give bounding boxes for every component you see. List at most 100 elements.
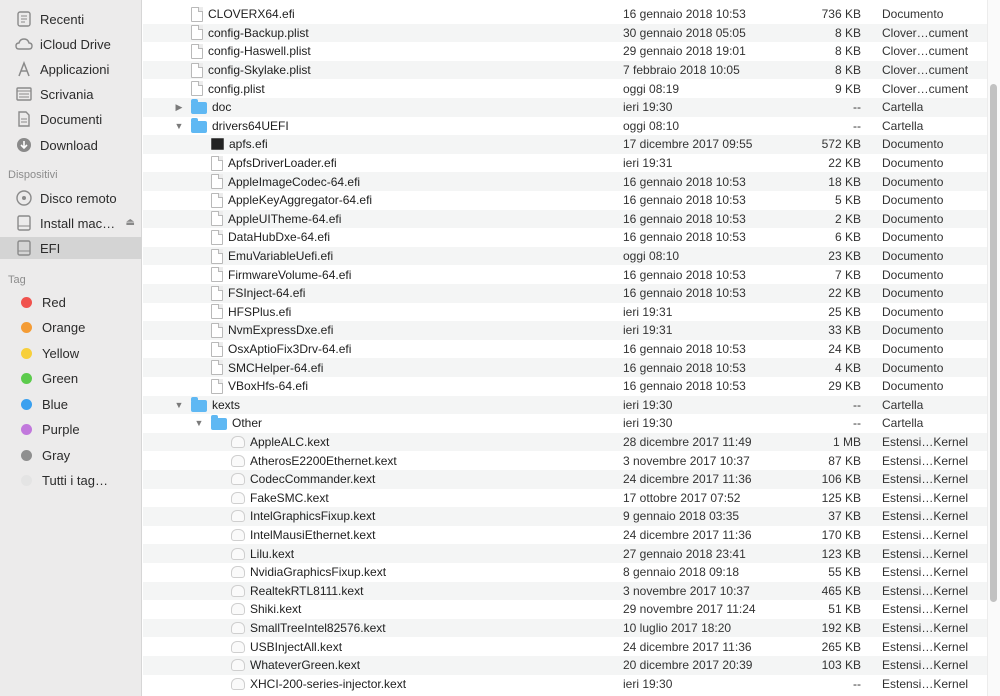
sidebar-item-label: Documenti bbox=[40, 111, 103, 127]
file-date: 3 novembre 2017 10:37 bbox=[623, 583, 750, 598]
file-size: 106 KB bbox=[821, 472, 861, 487]
file-date: 27 gennaio 2018 23:41 bbox=[623, 546, 746, 561]
sidebar-tag-yellow[interactable]: Yellow bbox=[0, 342, 142, 364]
file-kind: Estensi…Kernel bbox=[882, 602, 969, 617]
sidebar-item-scrivania[interactable]: Scrivania bbox=[0, 83, 142, 105]
sidebar-item-download[interactable]: Download bbox=[0, 134, 142, 156]
document-icon bbox=[211, 248, 223, 264]
file-name: XHCI-200-series-injector.kext bbox=[250, 676, 407, 691]
folder-row[interactable]: ▼ Other ieri 19:30 -- Cartella bbox=[143, 414, 987, 433]
sidebar-tag-orange[interactable]: Orange bbox=[0, 317, 142, 339]
file-row[interactable]: DataHubDxe-64.efi 16 gennaio 2018 10:53 6 … bbox=[143, 228, 987, 247]
file-row[interactable]: AtherosE2200Ethernet.kext 3 novembre 2017… bbox=[143, 451, 987, 470]
file-kind: Documento bbox=[882, 267, 944, 282]
file-kind: Estensi…Kernel bbox=[882, 565, 969, 580]
folder-row[interactable]: ▼ drivers64UEFI oggi 08:10 -- Cartella bbox=[143, 117, 987, 136]
file-row[interactable]: OsxAptioFix3Drv-64.efi 16 gennaio 2018 10… bbox=[143, 340, 987, 359]
file-row[interactable]: VBoxHfs-64.efi 16 gennaio 2018 10:53 29 KB… bbox=[143, 377, 987, 396]
eject-icon[interactable]: ⏏ bbox=[126, 217, 135, 228]
file-name: config.plist bbox=[208, 81, 265, 96]
sidebar-tag-green[interactable]: Green bbox=[0, 368, 142, 390]
file-name: ApfsDriverLoader.efi bbox=[228, 156, 337, 171]
file-kind: Estensi…Kernel bbox=[882, 509, 969, 524]
file-row[interactable]: CodecCommander.kext 24 dicembre 2017 11:3… bbox=[143, 470, 987, 489]
file-row[interactable]: config-Backup.plist 30 gennaio 2018 05:05… bbox=[143, 23, 987, 43]
file-row[interactable]: AppleImageCodec-64.efi 16 gennaio 2018 10… bbox=[143, 172, 987, 191]
disclosure-closed-icon[interactable]: ▶ bbox=[173, 101, 185, 113]
folder-row[interactable]: ▼ kexts ieri 19:30 -- Cartella bbox=[143, 395, 987, 415]
file-kind: Estensi…Kernel bbox=[882, 435, 969, 450]
file-row[interactable]: EmuVariableUefi.efi oggi 08:10 23 KB Docume… bbox=[143, 246, 987, 266]
file-row[interactable]: SMCHelper-64.efi 16 gennaio 2018 10:53 4 K… bbox=[143, 358, 987, 377]
file-row[interactable]: Shiki.kext 29 novembre 2017 11:24 51 KB Est… bbox=[143, 600, 987, 619]
sidebar-item-documenti[interactable]: Documenti bbox=[0, 108, 142, 130]
file-row[interactable]: FSInject-64.efi 16 gennaio 2018 10:53 22 K… bbox=[143, 284, 987, 303]
file-date: 30 gennaio 2018 05:05 bbox=[623, 25, 746, 40]
file-row[interactable]: FirmwareVolume-64.efi 16 gennaio 2018 10:… bbox=[143, 265, 987, 284]
disclosure-open-icon[interactable]: ▼ bbox=[173, 399, 185, 411]
file-date: 16 gennaio 2018 10:53 bbox=[623, 342, 746, 357]
file-row[interactable]: FakeSMC.kext 17 ottobre 2017 07:52 125 KB E… bbox=[143, 489, 987, 508]
file-row[interactable]: config-Skylake.plist 7 febbraio 2018 10:0… bbox=[143, 60, 987, 80]
file-date: ieri 19:30 bbox=[623, 100, 673, 115]
kext-icon bbox=[231, 529, 245, 542]
file-row[interactable]: CLOVERX64.efi 16 gennaio 2018 10:53 736 KB… bbox=[143, 5, 987, 24]
sidebar-tag-purple[interactable]: Purple bbox=[0, 419, 142, 441]
file-row[interactable]: config.plist oggi 08:19 9 KB Clover…cument bbox=[143, 79, 987, 98]
file-kind: Documento bbox=[882, 323, 944, 338]
file-size: 465 KB bbox=[821, 583, 861, 598]
file-row[interactable]: WhateverGreen.kext 20 dicembre 2017 20:39… bbox=[143, 656, 987, 675]
folder-row[interactable]: ▶ doc ieri 19:30 -- Cartella bbox=[143, 98, 987, 117]
document-icon bbox=[211, 360, 223, 376]
file-row[interactable]: Lilu.kext 27 gennaio 2018 23:41 123 KB Este… bbox=[143, 544, 987, 563]
drive-icon bbox=[15, 214, 33, 232]
file-name: config-Skylake.plist bbox=[208, 63, 311, 78]
sidebar-item-label: Scrivania bbox=[40, 86, 94, 102]
file-row[interactable]: config-Haswell.plist 29 gennaio 2018 19:0… bbox=[143, 42, 987, 61]
disclosure-open-icon[interactable]: ▼ bbox=[193, 417, 205, 429]
scrollbar-thumb[interactable] bbox=[990, 84, 997, 602]
file-row[interactable]: IntelMausiEthernet.kext 24 dicembre 2017 … bbox=[143, 526, 987, 545]
file-kind: Estensi…Kernel bbox=[882, 639, 969, 654]
file-kind: Cartella bbox=[882, 397, 924, 412]
folder-icon bbox=[191, 99, 207, 115]
sidebar-item-label: EFI bbox=[40, 240, 61, 256]
file-row[interactable]: IntelGraphicsFixup.kext 9 gennaio 2018 03… bbox=[143, 507, 987, 526]
sidebar-item-efi[interactable]: EFI bbox=[0, 237, 142, 259]
file-row[interactable]: ApfsDriverLoader.efi ieri 19:31 22 KB Docum… bbox=[143, 154, 987, 173]
sidebar-item-label: Recenti bbox=[40, 11, 85, 27]
file-row[interactable]: XHCI-200-series-injector.kext ieri 19:30 -… bbox=[143, 675, 987, 694]
file-row[interactable]: AppleUITheme-64.efi 16 gennaio 2018 10:53… bbox=[143, 209, 987, 229]
file-row[interactable]: AppleALC.kext 28 dicembre 2017 11:49 1 MB E… bbox=[143, 432, 987, 452]
file-row[interactable]: USBInjectAll.kext 24 dicembre 2017 11:36 2… bbox=[143, 637, 987, 656]
vertical-scrollbar[interactable] bbox=[987, 0, 1000, 696]
kext-icon bbox=[231, 547, 245, 560]
file-size: 1 MB bbox=[832, 435, 861, 450]
file-name: AppleImageCodec-64.efi bbox=[228, 174, 361, 189]
file-row[interactable]: apfs.efi 17 dicembre 2017 09:55 572 KB Docu… bbox=[143, 135, 987, 154]
file-row[interactable]: NvmExpressDxe.efi ieri 19:31 33 KB Document… bbox=[143, 321, 987, 340]
file-name: Lilu.kext bbox=[250, 546, 295, 561]
file-row[interactable]: NvidiaGraphicsFixup.kext 8 gennaio 2018 0… bbox=[143, 563, 987, 582]
sidebar-item-icloud-drive[interactable]: iCloud Drive bbox=[0, 33, 142, 55]
download-icon bbox=[15, 136, 33, 154]
file-name: AppleALC.kext bbox=[250, 435, 330, 450]
file-name: AppleUITheme-64.efi bbox=[228, 211, 342, 226]
file-row[interactable]: HFSPlus.efi ieri 19:31 25 KB Documento bbox=[143, 303, 987, 322]
sidebar-item-recenti[interactable]: Recenti bbox=[0, 8, 142, 30]
file-size: 37 KB bbox=[828, 509, 861, 524]
file-kind: Documento bbox=[882, 360, 944, 375]
file-name: DataHubDxe-64.efi bbox=[228, 230, 331, 245]
sidebar-item-applicazioni[interactable]: Applicazioni bbox=[0, 58, 142, 80]
file-row[interactable]: RealtekRTL8111.kext 3 novembre 2017 10:37… bbox=[143, 581, 987, 601]
sidebar-item-disco-remoto[interactable]: Disco remoto bbox=[0, 187, 142, 209]
sidebar-tag-blue[interactable]: Blue bbox=[0, 393, 142, 415]
file-date: ieri 19:31 bbox=[623, 304, 673, 319]
file-row[interactable]: AppleKeyAggregator-64.efi 16 gennaio 2018… bbox=[143, 191, 987, 210]
sidebar-tag-gray[interactable]: Gray bbox=[0, 444, 142, 466]
file-row[interactable]: SmallTreeIntel82576.kext 10 luglio 2017 1… bbox=[143, 618, 987, 638]
sidebar-tag-tutti-i-tag[interactable]: Tutti i tag… bbox=[0, 470, 142, 492]
disclosure-open-icon[interactable]: ▼ bbox=[173, 120, 185, 132]
sidebar-item-install-mac[interactable]: Install mac… ⏏ bbox=[0, 212, 142, 234]
sidebar-tag-red[interactable]: Red bbox=[0, 291, 142, 313]
